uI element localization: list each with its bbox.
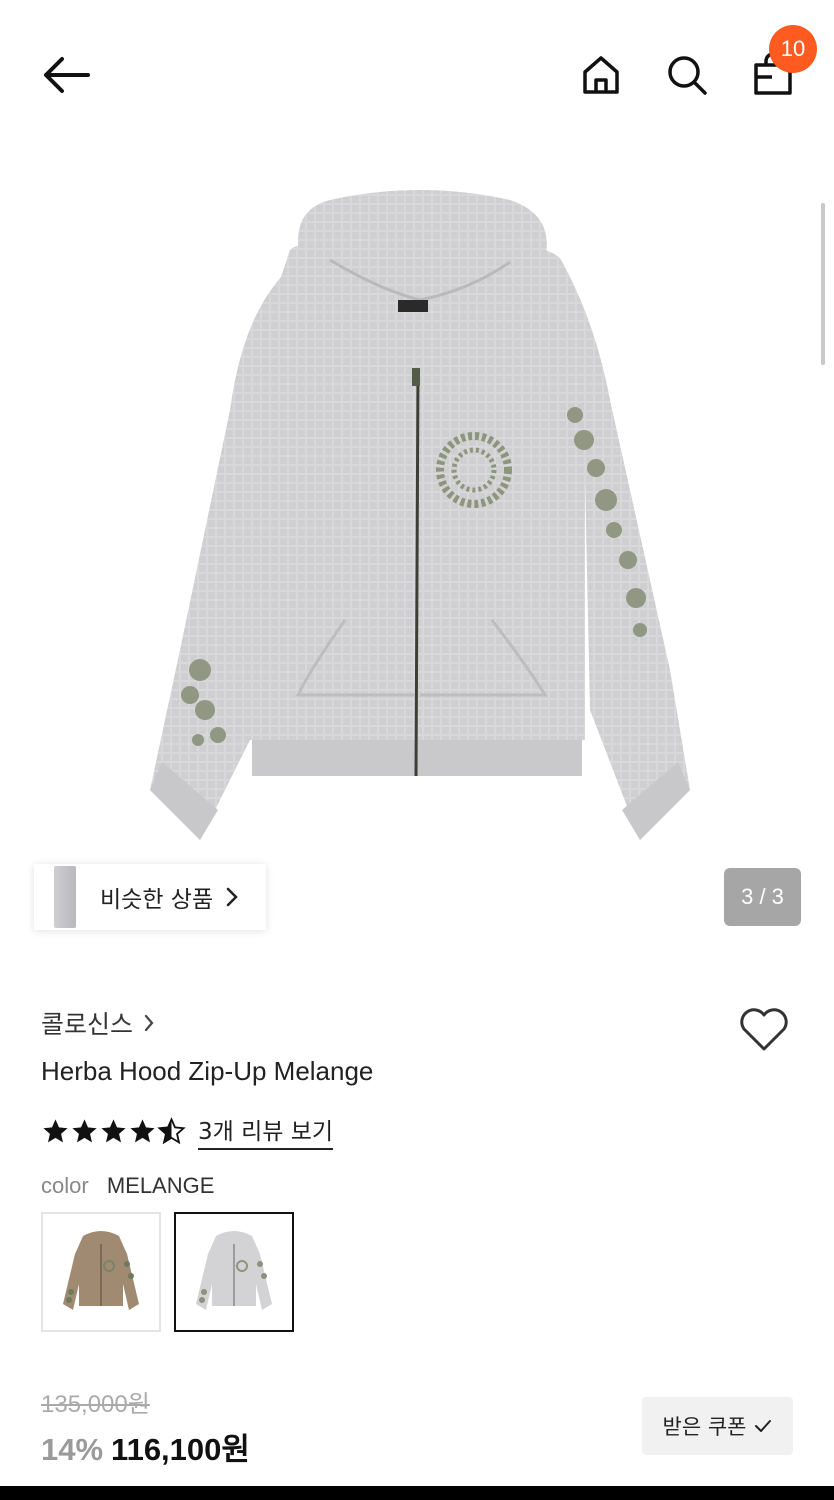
product-title: Herba Hood Zip-Up Melange [41, 1056, 374, 1086]
price-row: 14% 116,100원 [41, 1424, 250, 1469]
arrow-left-icon [44, 57, 90, 93]
color-swatch-melange[interactable] [174, 1212, 294, 1332]
discount-rate: 14% [41, 1432, 104, 1467]
star-icon [72, 1118, 97, 1142]
melange-hoodie-thumbnail [196, 1231, 272, 1310]
chevron-right-icon [226, 887, 238, 907]
bottom-system-bar [0, 1486, 834, 1500]
color-swatch-beige[interactable] [41, 1212, 161, 1332]
color-label: color [41, 1173, 89, 1198]
chevron-right-icon [144, 1014, 154, 1032]
half-star-icon [157, 1116, 186, 1144]
brand-name: 콜로신스 [41, 1010, 134, 1039]
home-icon [583, 56, 619, 94]
beige-hoodie-thumbnail [63, 1231, 139, 1310]
reviews-link[interactable]: 3개 리뷰 보기 [198, 1112, 334, 1150]
similar-products-button[interactable]: 비슷한 상품 [34, 864, 266, 930]
image-page-indicator: 3 / 3 [724, 868, 801, 926]
search-icon [668, 56, 707, 95]
home-button[interactable] [574, 48, 628, 102]
top-navigation-bar: 10 [0, 0, 834, 150]
heart-icon [740, 1008, 788, 1051]
color-option-row: color MELANGE [41, 1173, 214, 1199]
star-icon [130, 1118, 155, 1142]
rating-row: 3개 리뷰 보기 [41, 1112, 334, 1150]
wishlist-button[interactable] [736, 1004, 792, 1056]
product-image [150, 190, 690, 840]
back-button[interactable] [38, 50, 94, 100]
star-icon [101, 1118, 126, 1142]
original-price: 135,000원 [41, 1391, 150, 1418]
cart-count-badge: 10 [769, 25, 817, 73]
star-icon [43, 1118, 68, 1142]
product-image-gallery[interactable] [0, 150, 834, 950]
color-value: MELANGE [106, 1173, 215, 1198]
received-coupon-button[interactable]: 받은 쿠폰 [642, 1397, 793, 1455]
check-icon [755, 1420, 772, 1432]
final-price: 116,100원 [111, 1432, 250, 1467]
page-scrollbar[interactable] [821, 203, 825, 365]
similar-product-thumbnail [54, 866, 76, 928]
rating-stars [41, 1116, 186, 1146]
search-button[interactable] [660, 48, 714, 102]
coupon-label: 받은 쿠폰 [662, 1415, 747, 1439]
brand-link[interactable]: 콜로신스 [41, 1005, 155, 1041]
similar-products-label: 비슷한 상품 [100, 887, 214, 913]
